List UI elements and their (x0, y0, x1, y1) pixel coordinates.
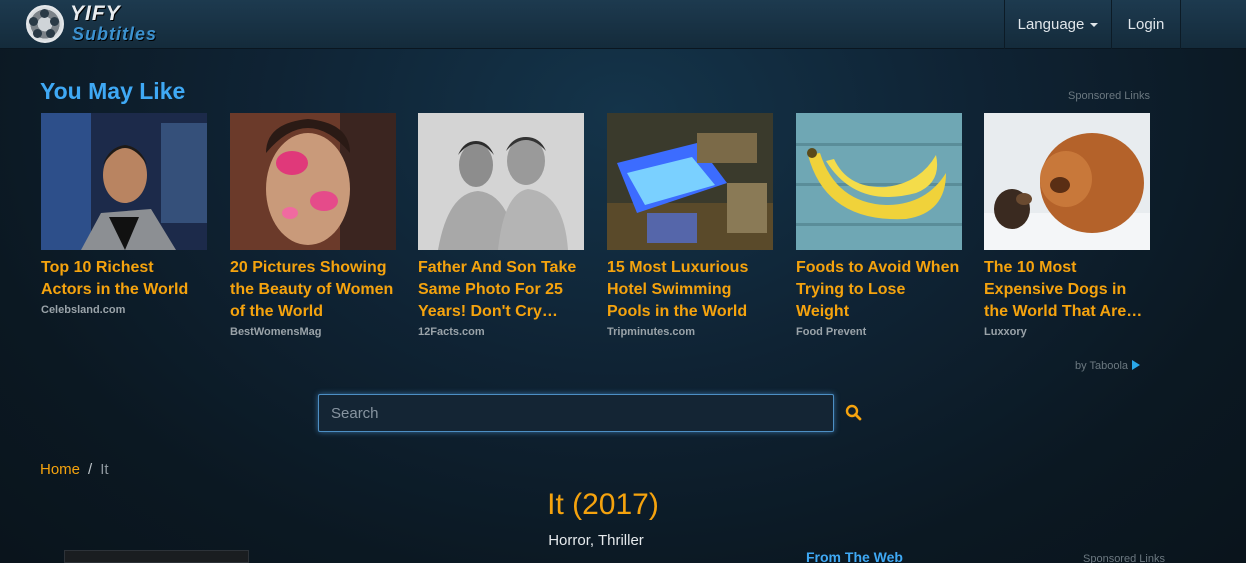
caret-down-icon (1090, 23, 1099, 28)
recommendation-card[interactable]: Father And Son Take Same Photo For 25 Ye… (418, 113, 584, 338)
recommendation-source[interactable]: 12Facts.com (418, 326, 584, 338)
recommendation-title[interactable]: The 10 Most Expensive Dogs in the World … (984, 257, 1150, 323)
recommendation-thumbnail[interactable] (41, 113, 207, 250)
top-navbar: YIFY Subtitles Language Login (0, 0, 1246, 49)
search-input[interactable] (318, 394, 834, 432)
film-reel-icon (26, 5, 64, 43)
breadcrumb-separator: / (88, 461, 93, 478)
movie-title: It (2017) (547, 488, 659, 521)
recommendation-thumbnail[interactable] (230, 113, 396, 250)
recommendation-thumbnail[interactable] (796, 113, 962, 250)
language-dropdown[interactable]: Language (1004, 0, 1112, 49)
taboola-play-icon (1132, 360, 1141, 370)
taboola-label: by Taboola (1075, 360, 1129, 372)
recommendation-thumbnail[interactable] (984, 113, 1150, 250)
logo-text-yify: YIFY (70, 2, 121, 25)
language-label: Language (1017, 16, 1085, 33)
search-button[interactable] (844, 403, 864, 423)
search-icon (845, 404, 862, 421)
recommendation-title[interactable]: 15 Most Luxurious Hotel Swimming Pools i… (607, 257, 773, 323)
recommendation-thumbnail[interactable] (418, 113, 584, 250)
sponsored-links-label[interactable]: Sponsored Links (1068, 90, 1150, 102)
recommendation-title[interactable]: Top 10 Richest Actors in the World (41, 257, 207, 301)
movie-poster (64, 550, 249, 563)
recommendation-title[interactable]: 20 Pictures Showing the Beauty of Women … (230, 257, 396, 323)
you-may-like-title: You May Like (40, 78, 186, 104)
from-the-web-title: From The Web (806, 549, 903, 563)
recommendation-card[interactable]: 15 Most Luxurious Hotel Swimming Pools i… (607, 113, 773, 338)
recommendation-thumbnail[interactable] (607, 113, 773, 250)
recommendation-source[interactable]: Food Prevent (796, 326, 962, 338)
breadcrumb: Home / It (40, 461, 109, 478)
recommendation-source[interactable]: BestWomensMag (230, 326, 396, 338)
sidebar-sponsored-label[interactable]: Sponsored Links (1083, 553, 1165, 563)
breadcrumb-current: It (100, 461, 109, 478)
breadcrumb-home-link[interactable]: Home (40, 461, 80, 478)
recommendation-card[interactable]: 20 Pictures Showing the Beauty of Women … (230, 113, 396, 338)
site-logo[interactable]: YIFY Subtitles (24, 2, 184, 46)
recommendation-source[interactable]: Luxxory (984, 326, 1150, 338)
recommendation-title[interactable]: Foods to Avoid When Trying to Lose Weigh… (796, 257, 962, 323)
recommendation-source[interactable]: Celebsland.com (41, 304, 207, 316)
recommendation-card[interactable]: Foods to Avoid When Trying to Lose Weigh… (796, 113, 962, 338)
recommendation-source[interactable]: Tripminutes.com (607, 326, 773, 338)
logo-text-subtitles: Subtitles (72, 24, 158, 44)
login-link[interactable]: Login (1112, 0, 1181, 49)
recommendation-card[interactable]: The 10 Most Expensive Dogs in the World … (984, 113, 1150, 338)
taboola-attribution[interactable]: by Taboola (1075, 360, 1141, 372)
recommendation-title[interactable]: Father And Son Take Same Photo For 25 Ye… (418, 257, 584, 323)
movie-genres: Horror, Thriller (548, 532, 644, 549)
recommendation-card[interactable]: Top 10 Richest Actors in the World Celeb… (41, 113, 207, 316)
